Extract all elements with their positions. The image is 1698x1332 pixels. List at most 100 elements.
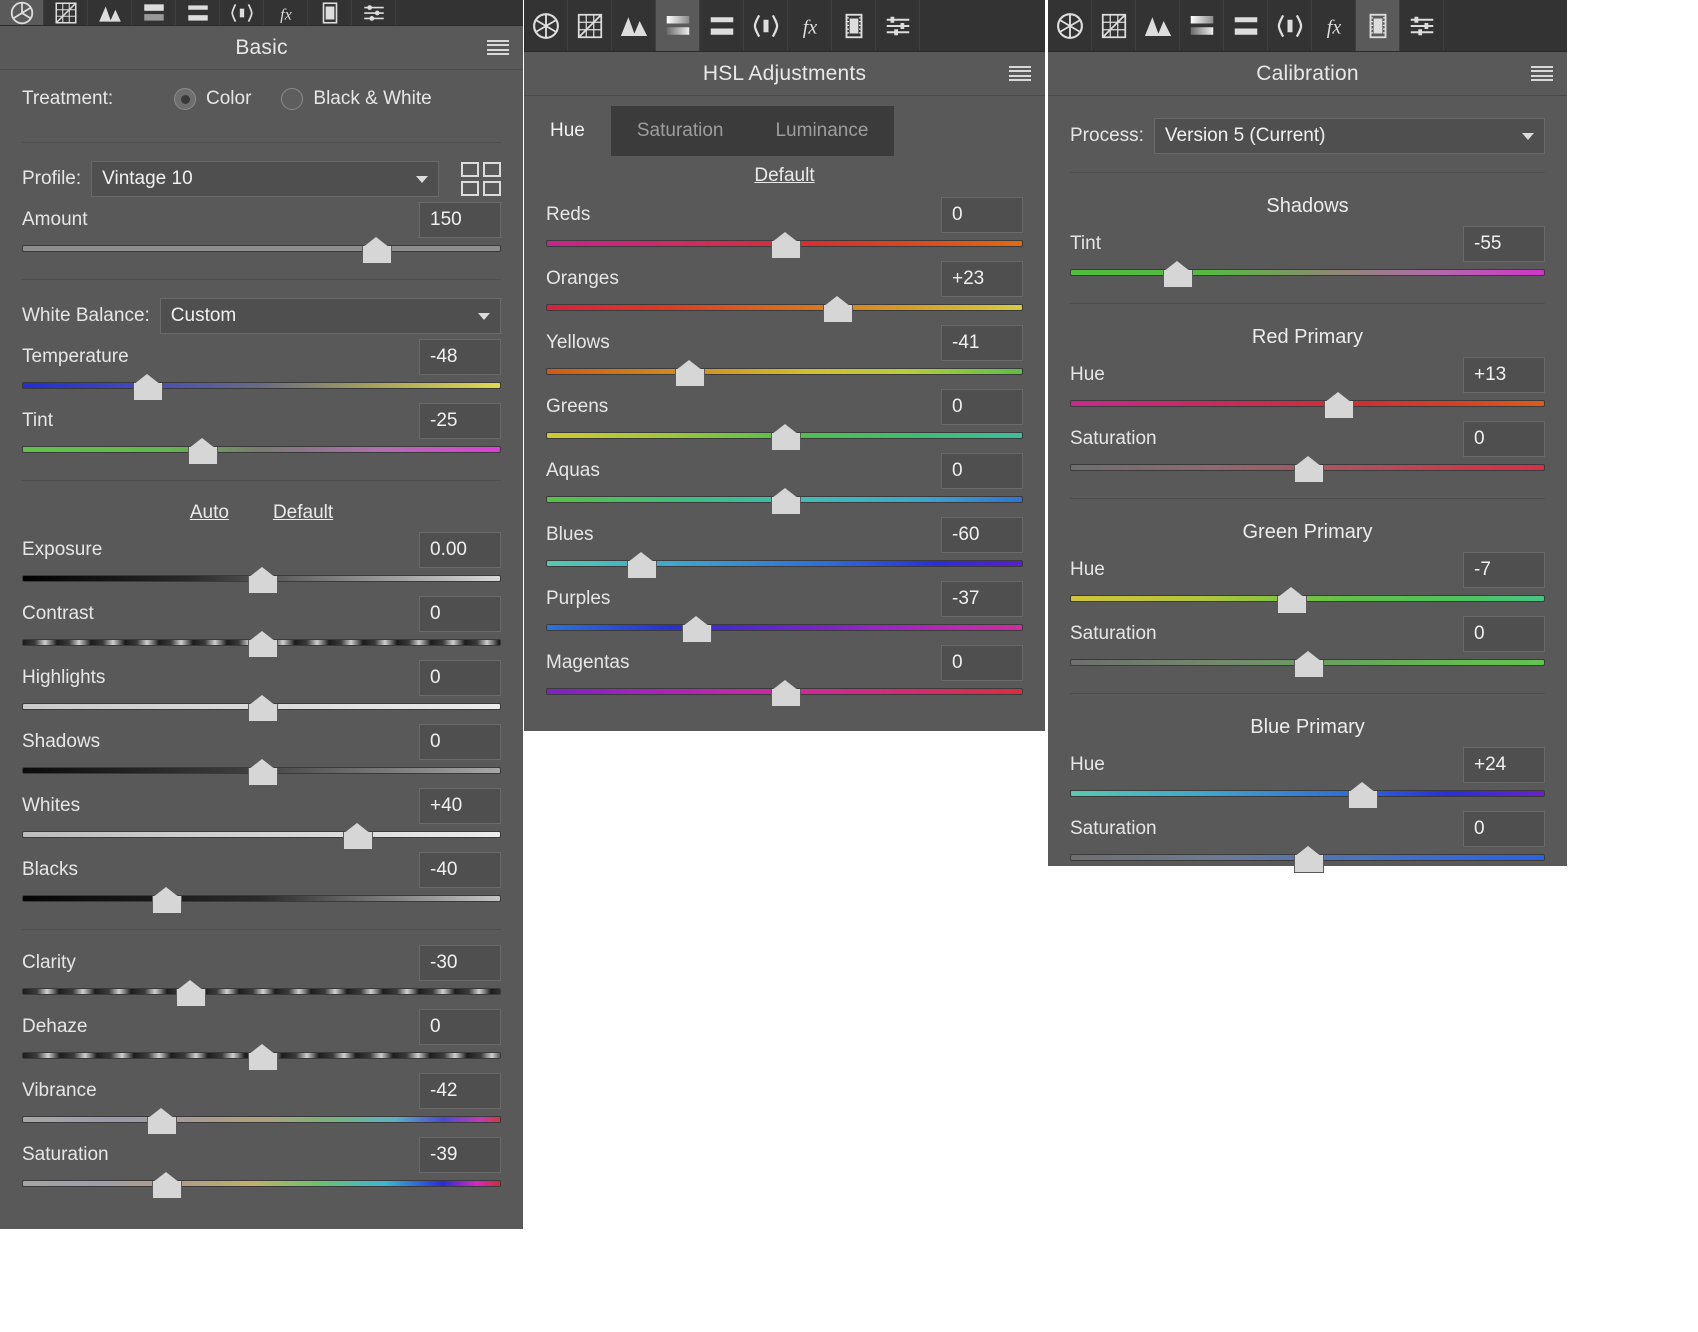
tab-saturation[interactable]: Saturation (610, 106, 750, 156)
basic-saturation-value[interactable]: -39 (419, 1137, 501, 1173)
cal-red-primary-hue-slider[interactable] (1070, 392, 1545, 420)
basic-shadows-thumb[interactable] (247, 759, 278, 786)
basic-saturation-thumb[interactable] (151, 1172, 182, 1199)
hsl-reds-slider[interactable] (546, 232, 1023, 260)
basic-dehaze-value[interactable]: 0 (419, 1009, 501, 1045)
amount-slider[interactable] (22, 237, 501, 265)
cal-red-primary-hue-thumb[interactable] (1324, 392, 1355, 419)
white-balance-select[interactable]: Custom (159, 298, 501, 334)
temperature-slider[interactable] (22, 374, 501, 402)
tool-lens-correction-icon[interactable] (744, 0, 788, 51)
tool-hsl-icon[interactable] (1180, 0, 1224, 51)
basic-vibrance-value[interactable]: -42 (419, 1073, 501, 1109)
tool-tone-curve-icon[interactable] (44, 0, 88, 25)
basic-whites-slider[interactable] (22, 823, 501, 851)
basic-clarity-thumb[interactable] (175, 980, 206, 1007)
tint-value[interactable]: -25 (419, 403, 501, 439)
basic-saturation-slider[interactable] (22, 1172, 501, 1200)
tool-effects-fx-icon[interactable]: fx (788, 0, 832, 51)
basic-highlights-thumb[interactable] (247, 695, 278, 722)
hsl-oranges-slider[interactable] (546, 296, 1023, 324)
treatment-bw-radio[interactable]: Black & White (281, 88, 432, 110)
hsl-aquas-value[interactable]: 0 (941, 453, 1023, 489)
tool-detail-icon[interactable] (88, 0, 132, 25)
basic-highlights-slider[interactable] (22, 695, 501, 723)
hsl-yellows-value[interactable]: -41 (941, 325, 1023, 361)
basic-vibrance-thumb[interactable] (146, 1108, 177, 1135)
basic-dehaze-thumb[interactable] (247, 1044, 278, 1071)
cal-red-primary-saturation-value[interactable]: 0 (1463, 421, 1545, 457)
basic-whites-value[interactable]: +40 (419, 788, 501, 824)
tool-effects-fx-icon[interactable]: fx (264, 0, 308, 25)
profile-browser-icon[interactable] (461, 162, 501, 196)
cal-blue-primary-hue-thumb[interactable] (1348, 782, 1379, 809)
cal-red-primary-saturation-thumb[interactable] (1293, 456, 1324, 483)
tool-split-tone-icon[interactable] (176, 0, 220, 25)
process-select[interactable]: Version 5 (Current) (1153, 118, 1545, 154)
hsl-aquas-slider[interactable] (546, 488, 1023, 516)
basic-exposure-value[interactable]: 0.00 (419, 532, 501, 568)
cal-blue-primary-hue-value[interactable]: +24 (1463, 747, 1545, 783)
tool-aperture-icon[interactable] (0, 0, 44, 25)
basic-dehaze-slider[interactable] (22, 1044, 501, 1072)
tool-presets-icon[interactable] (1400, 0, 1444, 51)
tab-luminance[interactable]: Luminance (749, 106, 895, 156)
hsl-magentas-slider[interactable] (546, 680, 1023, 708)
amount-thumb[interactable] (362, 237, 393, 264)
hsl-greens-thumb[interactable] (770, 424, 801, 451)
basic-highlights-value[interactable]: 0 (419, 660, 501, 696)
profile-select[interactable]: Vintage 10 (91, 161, 439, 197)
hsl-greens-value[interactable]: 0 (941, 389, 1023, 425)
hsl-blues-value[interactable]: -60 (941, 517, 1023, 553)
tool-lens-correction-icon[interactable] (1268, 0, 1312, 51)
tool-detail-icon[interactable] (612, 0, 656, 51)
temperature-value[interactable]: -48 (419, 339, 501, 375)
tool-hsl-icon[interactable] (656, 0, 700, 51)
cal-green-primary-hue-thumb[interactable] (1276, 587, 1307, 614)
cal-green-primary-saturation-value[interactable]: 0 (1463, 616, 1545, 652)
tool-presets-icon[interactable] (352, 0, 396, 25)
hamburger-icon[interactable] (1009, 65, 1031, 82)
hsl-purples-value[interactable]: -37 (941, 581, 1023, 617)
basic-blacks-value[interactable]: -40 (419, 852, 501, 888)
hsl-reds-thumb[interactable] (770, 232, 801, 259)
basic-contrast-thumb[interactable] (247, 631, 278, 658)
basic-contrast-value[interactable]: 0 (419, 596, 501, 632)
hsl-yellows-slider[interactable] (546, 360, 1023, 388)
tool-calibration-icon[interactable] (308, 0, 352, 25)
basic-exposure-slider[interactable] (22, 567, 501, 595)
cal-red-primary-saturation-slider[interactable] (1070, 456, 1545, 484)
tint-thumb[interactable] (187, 438, 218, 465)
hsl-yellows-thumb[interactable] (675, 360, 706, 387)
tint-slider[interactable] (22, 438, 501, 466)
default-link[interactable]: Default (754, 165, 814, 187)
hsl-magentas-thumb[interactable] (770, 680, 801, 707)
cal-green-primary-hue-value[interactable]: -7 (1463, 552, 1545, 588)
basic-shadows-value[interactable]: 0 (419, 724, 501, 760)
hsl-reds-value[interactable]: 0 (941, 197, 1023, 233)
tool-calibration-icon[interactable] (832, 0, 876, 51)
tool-aperture-icon[interactable] (1048, 0, 1092, 51)
cal-blue-primary-hue-slider[interactable] (1070, 782, 1545, 810)
tab-hue[interactable]: Hue (524, 106, 611, 156)
amount-value[interactable]: 150 (419, 202, 501, 238)
cal-blue-primary-saturation-slider[interactable] (1070, 846, 1545, 874)
hamburger-icon[interactable] (487, 39, 509, 56)
tool-lens-correction-icon[interactable] (220, 0, 264, 25)
hamburger-icon[interactable] (1531, 65, 1553, 82)
basic-clarity-value[interactable]: -30 (419, 945, 501, 981)
hsl-oranges-value[interactable]: +23 (941, 261, 1023, 297)
basic-blacks-thumb[interactable] (151, 887, 182, 914)
cal-blue-primary-saturation-value[interactable]: 0 (1463, 811, 1545, 847)
tool-tone-curve-icon[interactable] (1092, 0, 1136, 51)
basic-exposure-thumb[interactable] (247, 567, 278, 594)
basic-blacks-slider[interactable] (22, 887, 501, 915)
tool-calibration-icon[interactable] (1356, 0, 1400, 51)
cal-green-primary-saturation-thumb[interactable] (1293, 651, 1324, 678)
hsl-blues-thumb[interactable] (627, 552, 658, 579)
hsl-oranges-thumb[interactable] (822, 296, 853, 323)
temperature-thumb[interactable] (132, 374, 163, 401)
tool-split-tone-icon[interactable] (1224, 0, 1268, 51)
cal-green-primary-hue-slider[interactable] (1070, 587, 1545, 615)
tool-tone-curve-icon[interactable] (568, 0, 612, 51)
